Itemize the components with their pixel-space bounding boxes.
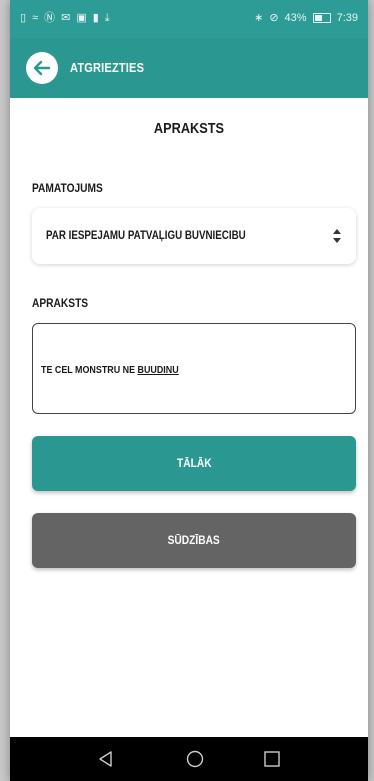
system-nav-bar — [10, 737, 368, 781]
nav-recents-icon[interactable] — [262, 749, 282, 769]
complaints-button[interactable]: SŪDZĪBAS — [32, 513, 356, 568]
description-text: TE CEL MONSTRU NE BUUDINU — [41, 364, 179, 376]
sim-icon: ▯ — [20, 12, 27, 24]
wifi-icon: ≈ — [32, 12, 39, 24]
phone-screen: ▯ ≈ Ⓝ ✉ ▣ ▮ ⤓ ∗ ⊘ 43% 7:39 ATGRIEZTIES A… — [10, 0, 368, 781]
description-label: APRAKSTS — [32, 296, 89, 310]
alarm-off-icon: ⊘ — [269, 12, 279, 24]
battery-percent: 43% — [284, 11, 307, 24]
arrow-left-icon — [33, 60, 51, 76]
next-button-label: TĀLĀK — [176, 456, 212, 470]
description-text-misspelled: BUUDINU — [137, 364, 179, 376]
next-button[interactable]: TĀLĀK — [32, 436, 356, 491]
back-button[interactable] — [26, 52, 58, 84]
back-label[interactable]: ATGRIEZTIES — [70, 60, 144, 75]
page-title: APRAKSTS — [153, 120, 225, 137]
nav-back-icon[interactable] — [96, 749, 116, 769]
battery-icon — [312, 12, 331, 23]
sort-arrows-icon — [333, 229, 341, 243]
notification-icon: ▮ — [92, 12, 99, 24]
description-text-prefix: TE CEL MONSTRU NE — [41, 364, 138, 376]
reason-label: PAMATOJUMS — [32, 181, 103, 195]
app-bar: ATGRIEZTIES — [10, 38, 368, 98]
image-icon: ▣ — [76, 12, 87, 24]
reason-select[interactable]: PAR IESPĒJAMU PATVAĻĪGU BŪVNIECĪBU — [32, 208, 356, 264]
nfc-icon: Ⓝ — [44, 12, 56, 24]
status-bar: ▯ ≈ Ⓝ ✉ ▣ ▮ ⤓ ∗ ⊘ 43% 7:39 — [10, 0, 368, 38]
status-bar-right: ∗ ⊘ 43% 7:39 — [254, 11, 358, 25]
reason-select-value: PAR IESPĒJAMU PATVAĻĪGU BŪVNIECĪBU — [46, 230, 246, 242]
status-bar-left-icons: ▯ ≈ Ⓝ ✉ ▣ ▮ ⤓ — [20, 11, 110, 25]
description-textarea[interactable]: TE CEL MONSTRU NE BUUDINU — [32, 323, 356, 414]
complaints-button-label: SŪDZĪBAS — [167, 533, 221, 547]
clock: 7:39 — [336, 11, 358, 24]
nav-home-icon[interactable] — [185, 749, 205, 769]
bluetooth-icon: ∗ — [254, 12, 264, 24]
download-icon: ⤓ — [104, 12, 110, 24]
mail-icon: ✉ — [61, 12, 71, 24]
